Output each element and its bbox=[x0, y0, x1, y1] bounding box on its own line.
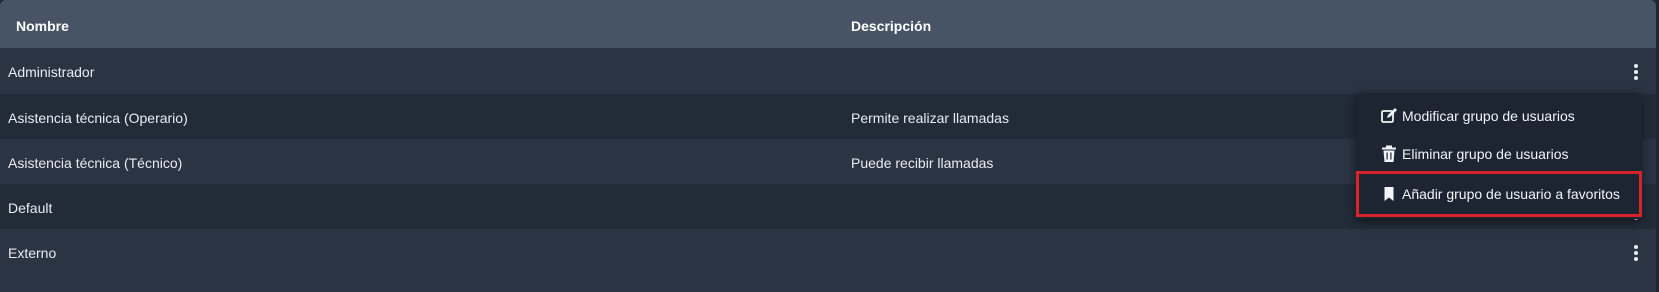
table-header: Nombre Descripción bbox=[0, 0, 1656, 50]
column-header-description[interactable]: Descripción bbox=[851, 18, 931, 34]
table-row[interactable]: Externo bbox=[0, 229, 1656, 292]
menu-item-delete-group[interactable]: Eliminar grupo de usuarios bbox=[1356, 135, 1642, 173]
row-name: Default bbox=[8, 200, 53, 216]
user-groups-view: Nombre Descripción Administrador Asisten… bbox=[0, 0, 1659, 292]
menu-item-edit-group[interactable]: Modificar grupo de usuarios bbox=[1356, 97, 1642, 135]
menu-item-add-to-favorites[interactable]: Añadir grupo de usuario a favoritos bbox=[1356, 175, 1642, 213]
bookmark-icon bbox=[1380, 185, 1398, 203]
menu-item-label: Modificar grupo de usuarios bbox=[1402, 108, 1575, 124]
table-row[interactable]: Administrador bbox=[0, 48, 1656, 96]
row-name: Administrador bbox=[8, 64, 95, 80]
row-name: Asistencia técnica (Operario) bbox=[8, 110, 188, 126]
menu-item-label: Añadir grupo de usuario a favoritos bbox=[1402, 186, 1620, 202]
edit-icon bbox=[1380, 107, 1398, 125]
row-description: Permite realizar llamadas bbox=[851, 110, 1009, 126]
row-name: Externo bbox=[8, 245, 57, 261]
trash-icon bbox=[1380, 145, 1398, 163]
more-options-icon[interactable] bbox=[1630, 243, 1642, 263]
menu-item-label: Eliminar grupo de usuarios bbox=[1402, 146, 1569, 162]
more-options-icon[interactable] bbox=[1630, 62, 1642, 82]
row-description: Puede recibir llamadas bbox=[851, 155, 994, 171]
column-header-name[interactable]: Nombre bbox=[16, 18, 69, 34]
row-name: Asistencia técnica (Técnico) bbox=[8, 155, 183, 171]
row-context-menu: Modificar grupo de usuarios Eliminar gru… bbox=[1356, 93, 1642, 219]
